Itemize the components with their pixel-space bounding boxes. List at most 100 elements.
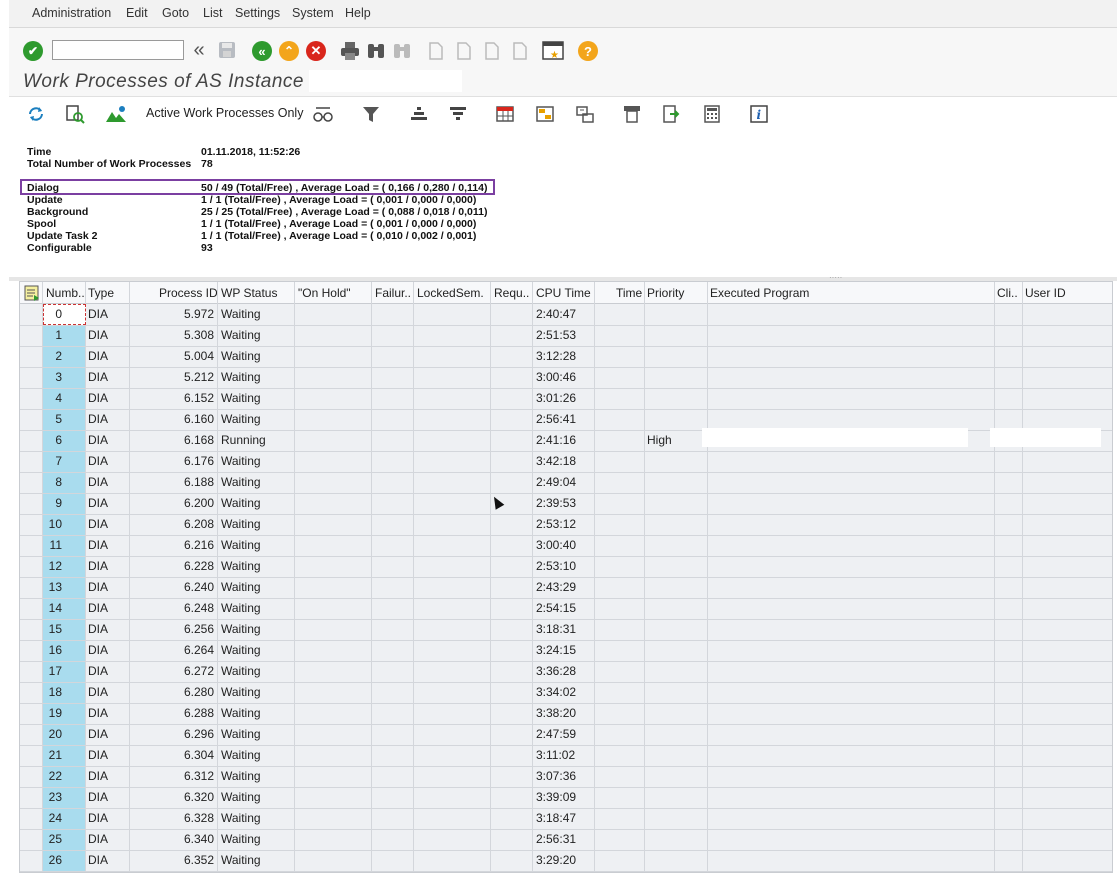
cell-process-id[interactable]: 6.320 xyxy=(184,790,214,804)
cell-wp-status[interactable]: Waiting xyxy=(221,727,261,741)
table-row[interactable]: 15 DIA 6.256 Waiting 3:18:31 xyxy=(20,619,1112,641)
cell-cpu-time[interactable]: 2:56:31 xyxy=(536,832,576,846)
cell-number[interactable]: 24 xyxy=(49,811,62,825)
cell-number[interactable]: 8 xyxy=(55,475,62,489)
cell-type[interactable]: DIA xyxy=(88,601,108,615)
cell-wp-status[interactable]: Waiting xyxy=(221,559,261,573)
col-process-id[interactable]: Process ID xyxy=(159,286,218,300)
table-row[interactable]: 10 DIA 6.208 Waiting 2:53:12 xyxy=(20,514,1112,536)
sort-ascending-icon[interactable] xyxy=(408,103,430,125)
cell-wp-status[interactable]: Waiting xyxy=(221,307,261,321)
menu-edit[interactable]: Edit xyxy=(126,6,148,20)
cell-process-id[interactable]: 6.312 xyxy=(184,769,214,783)
menu-administration[interactable]: Administration xyxy=(32,6,111,20)
command-field[interactable] xyxy=(52,40,184,60)
table-row[interactable]: 21 DIA 6.304 Waiting 3:11:02 xyxy=(20,745,1112,767)
cell-cpu-time[interactable]: 2:56:41 xyxy=(536,412,576,426)
cell-process-id[interactable]: 6.304 xyxy=(184,748,214,762)
cell-type[interactable]: DIA xyxy=(88,349,108,363)
table-row[interactable]: 23 DIA 6.320 Waiting 3:39:09 xyxy=(20,787,1112,809)
table-row[interactable]: 2 DIA 5.004 Waiting 3:12:28 xyxy=(20,346,1112,368)
cell-wp-status[interactable]: Waiting xyxy=(221,601,261,615)
cell-number[interactable]: 1 xyxy=(55,328,62,342)
cell-number[interactable]: 9 xyxy=(55,496,62,510)
previous-page-icon[interactable] xyxy=(454,41,472,61)
cell-wp-status[interactable]: Waiting xyxy=(221,475,261,489)
create-session-icon[interactable]: ★ xyxy=(542,40,564,62)
cell-cpu-time[interactable]: 2:39:53 xyxy=(536,496,576,510)
cell-wp-status[interactable]: Waiting xyxy=(221,811,261,825)
cell-number[interactable]: 25 xyxy=(49,832,62,846)
table-row[interactable]: 19 DIA 6.288 Waiting 3:38:20 xyxy=(20,703,1112,725)
cell-cpu-time[interactable]: 3:18:31 xyxy=(536,622,576,636)
cell-cpu-time[interactable]: 3:34:02 xyxy=(536,685,576,699)
cell-wp-status[interactable]: Waiting xyxy=(221,832,261,846)
cell-cpu-time[interactable]: 3:01:26 xyxy=(536,391,576,405)
cell-wp-status[interactable]: Waiting xyxy=(221,643,261,657)
cell-cpu-time[interactable]: 2:51:53 xyxy=(536,328,576,342)
cell-wp-status[interactable]: Waiting xyxy=(221,706,261,720)
analysis-icon[interactable] xyxy=(105,103,127,125)
table-row[interactable]: 8 DIA 6.188 Waiting 2:49:04 xyxy=(20,472,1112,494)
table-row[interactable]: 9 DIA 6.200 Waiting 2:39:53 xyxy=(20,493,1112,515)
table-row[interactable]: 25 DIA 6.340 Waiting 2:56:31 xyxy=(20,829,1112,851)
cell-type[interactable]: DIA xyxy=(88,391,108,405)
cell-cpu-time[interactable]: 3:36:28 xyxy=(536,664,576,678)
cell-type[interactable]: DIA xyxy=(88,307,108,321)
cell-cpu-time[interactable]: 3:11:02 xyxy=(536,748,575,762)
cell-type[interactable]: DIA xyxy=(88,538,108,552)
table-row[interactable]: 20 DIA 6.296 Waiting 2:47:59 xyxy=(20,724,1112,746)
cell-cpu-time[interactable]: 2:54:15 xyxy=(536,601,576,615)
layout-icon[interactable] xyxy=(494,103,516,125)
change-layout-icon[interactable] xyxy=(574,103,596,125)
next-page-icon[interactable] xyxy=(482,41,500,61)
cell-wp-status[interactable]: Waiting xyxy=(221,391,261,405)
cell-number[interactable]: 21 xyxy=(49,748,62,762)
cell-process-id[interactable]: 6.296 xyxy=(184,727,214,741)
table-row[interactable]: 17 DIA 6.272 Waiting 3:36:28 xyxy=(20,661,1112,683)
cell-type[interactable]: DIA xyxy=(88,706,108,720)
cell-process-id[interactable]: 6.272 xyxy=(184,664,214,678)
cell-type[interactable]: DIA xyxy=(88,580,108,594)
cell-wp-status[interactable]: Waiting xyxy=(221,538,261,552)
cell-process-id[interactable]: 6.200 xyxy=(184,496,214,510)
refresh-icon[interactable] xyxy=(25,103,47,125)
cell-cpu-time[interactable]: 3:00:40 xyxy=(536,538,576,552)
print-preview-icon[interactable] xyxy=(621,103,643,125)
cell-cpu-time[interactable]: 3:18:47 xyxy=(536,811,576,825)
cell-cpu-time[interactable]: 2:41:16 xyxy=(536,433,576,447)
first-page-icon[interactable] xyxy=(426,41,444,61)
menu-goto[interactable]: Goto xyxy=(162,6,189,20)
cell-process-id[interactable]: 6.280 xyxy=(184,685,214,699)
table-row[interactable]: 13 DIA 6.240 Waiting 2:43:29 xyxy=(20,577,1112,599)
cell-type[interactable]: DIA xyxy=(88,853,108,867)
table-row[interactable]: 16 DIA 6.264 Waiting 3:24:15 xyxy=(20,640,1112,662)
col-requests[interactable]: Requ.. xyxy=(494,286,529,300)
cell-process-id[interactable]: 6.168 xyxy=(184,433,214,447)
cell-wp-status[interactable]: Waiting xyxy=(221,769,261,783)
table-row[interactable]: 22 DIA 6.312 Waiting 3:07:36 xyxy=(20,766,1112,788)
menu-list[interactable]: List xyxy=(203,6,222,20)
cell-type[interactable]: DIA xyxy=(88,370,108,384)
col-executed-program[interactable]: Executed Program xyxy=(710,286,809,300)
table-row[interactable]: 7 DIA 6.176 Waiting 3:42:18 xyxy=(20,451,1112,473)
cell-process-id[interactable]: 6.160 xyxy=(184,412,214,426)
cell-wp-status[interactable]: Waiting xyxy=(221,496,261,510)
cell-wp-status[interactable]: Waiting xyxy=(221,370,261,384)
cell-process-id[interactable]: 6.228 xyxy=(184,559,214,573)
help-icon[interactable]: ? xyxy=(578,41,598,61)
cell-type[interactable]: DIA xyxy=(88,412,108,426)
cell-type[interactable]: DIA xyxy=(88,685,108,699)
col-number[interactable]: Numb.. xyxy=(46,286,85,300)
cell-number[interactable]: 7 xyxy=(55,454,62,468)
cell-cpu-time[interactable]: 2:43:29 xyxy=(536,580,576,594)
cell-type[interactable]: DIA xyxy=(88,475,108,489)
cell-number[interactable]: 5 xyxy=(55,412,62,426)
cell-process-id[interactable]: 5.308 xyxy=(184,328,214,342)
col-failures[interactable]: Failur.. xyxy=(375,286,411,300)
col-user-id[interactable]: User ID xyxy=(1025,286,1066,300)
cell-process-id[interactable]: 6.188 xyxy=(184,475,214,489)
cell-process-id[interactable]: 5.004 xyxy=(184,349,214,363)
cell-number[interactable]: 23 xyxy=(49,790,62,804)
cell-cpu-time[interactable]: 3:07:36 xyxy=(536,769,576,783)
